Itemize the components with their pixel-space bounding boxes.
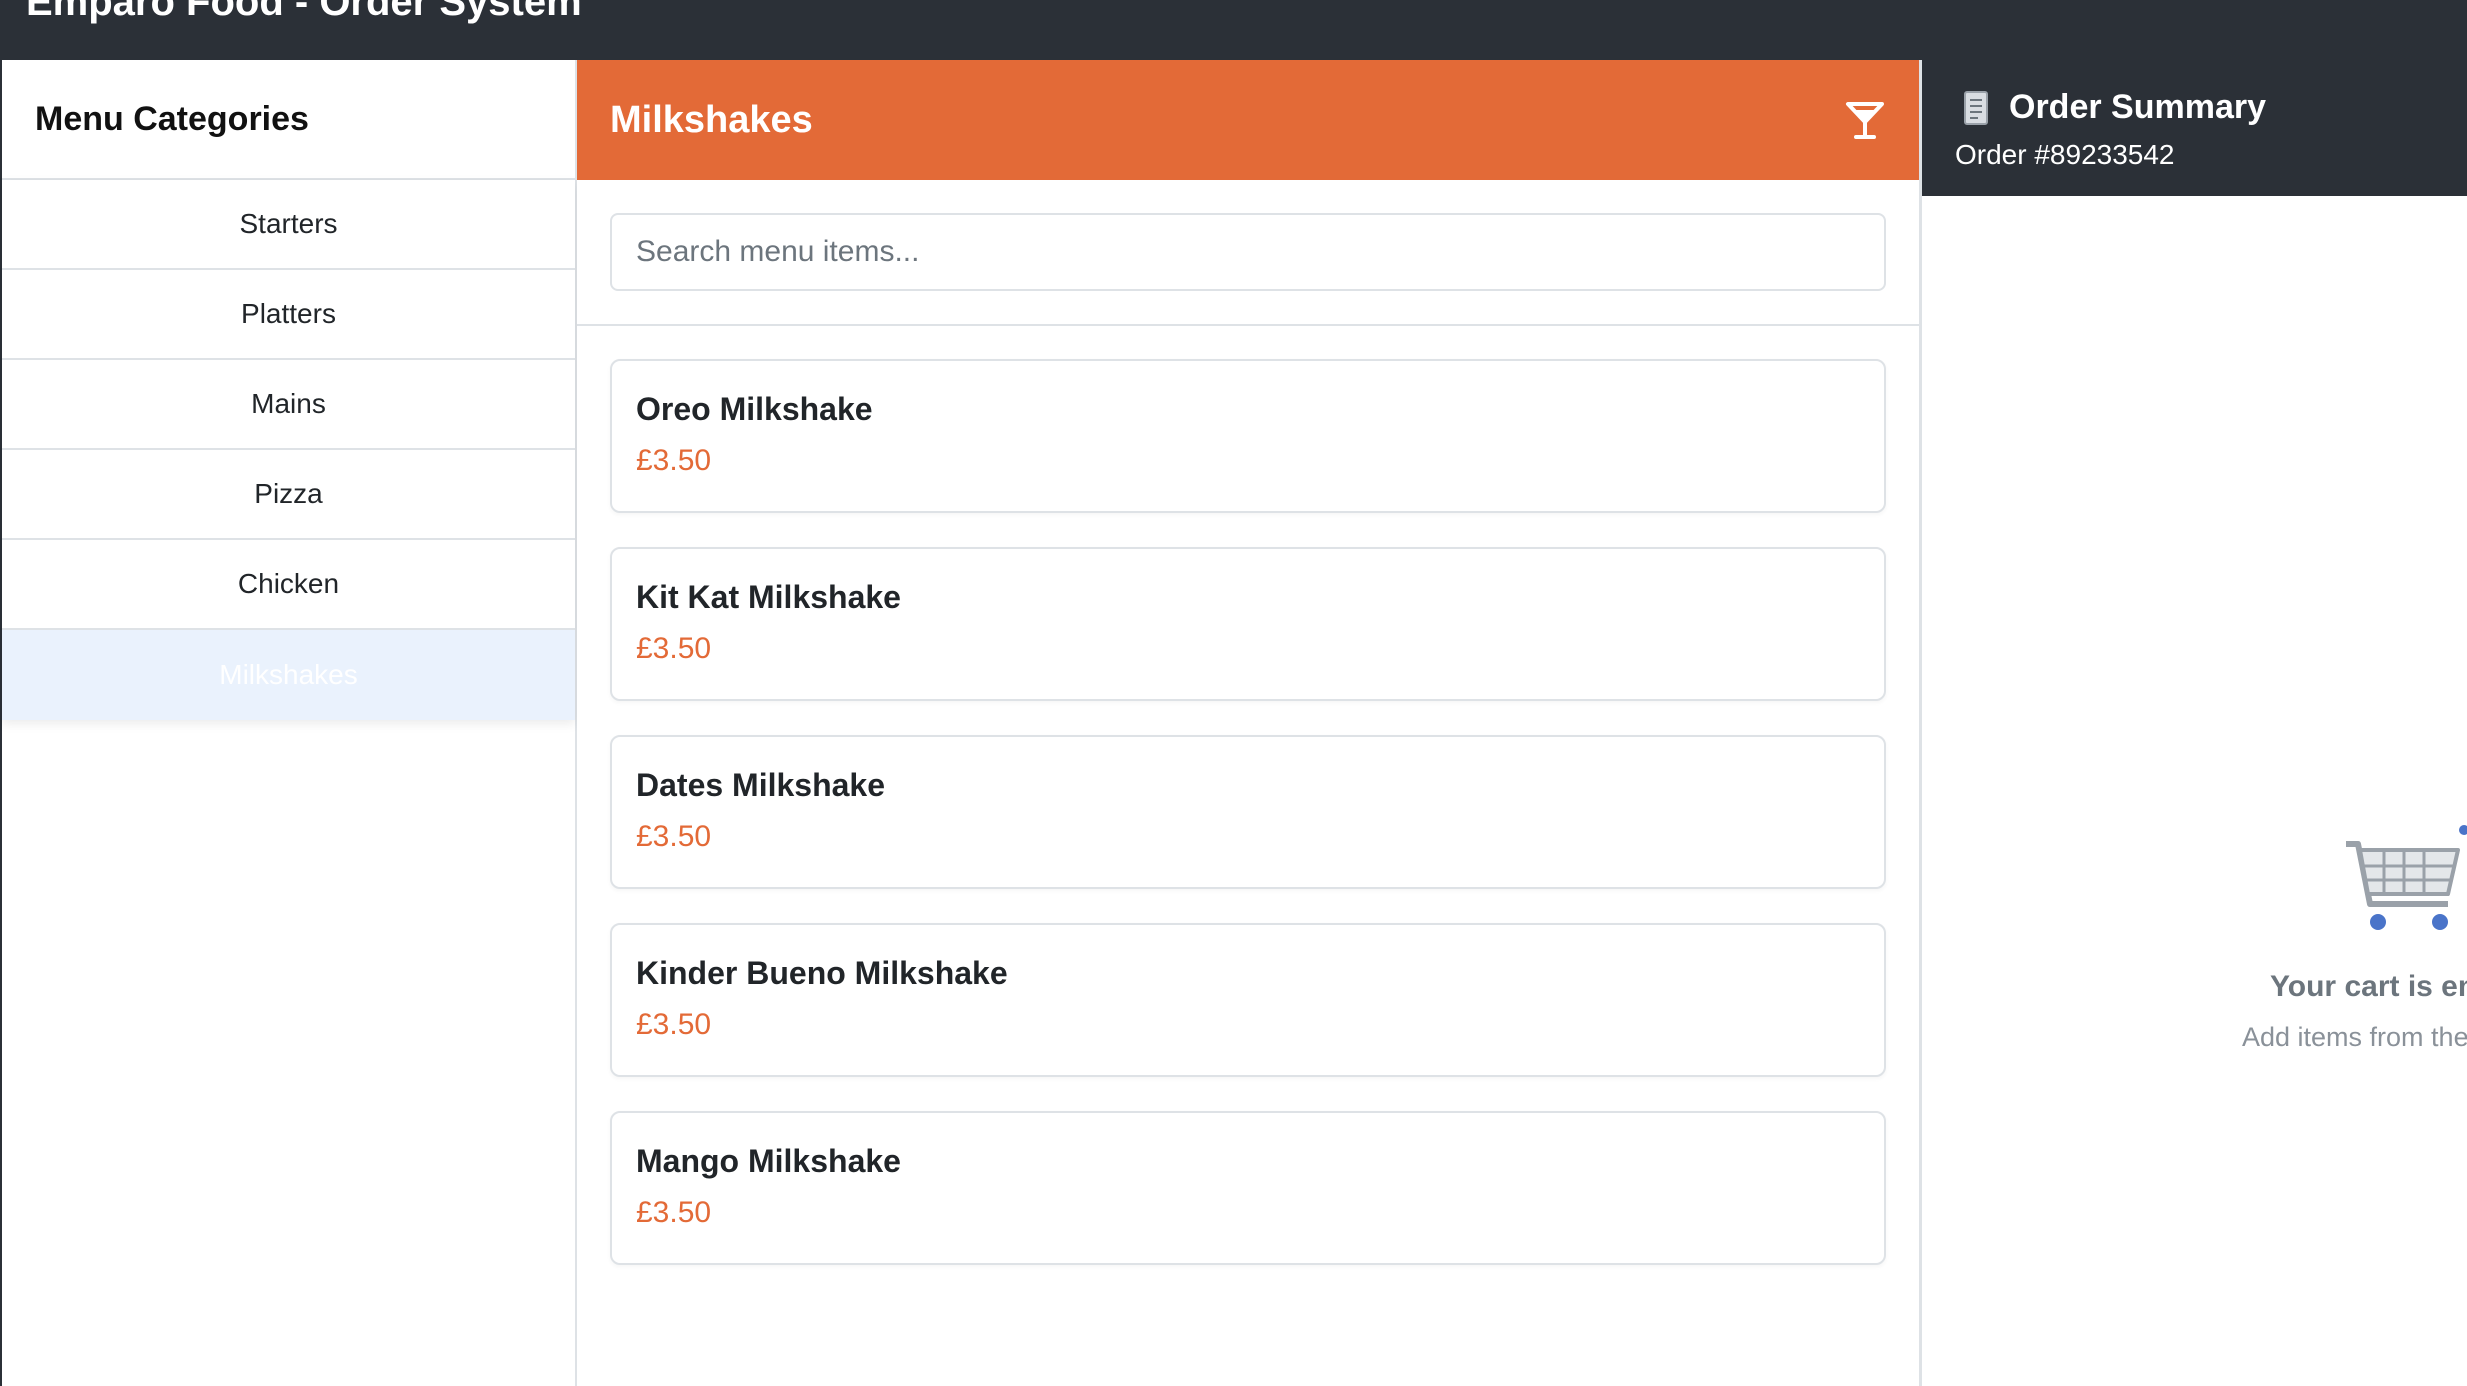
category-starters[interactable]: Starters [2, 180, 575, 270]
category-chicken[interactable]: Chicken [2, 540, 575, 630]
category-list: Starters Platters Mains Pizza Chicken Mi… [2, 180, 575, 720]
order-title-row: Order Summary [1955, 88, 2467, 127]
menu-item-price: £3.50 [636, 820, 712, 853]
menu-item-card[interactable]: Kinder Bueno Milkshake £3.50 [610, 923, 1886, 1077]
category-platters[interactable]: Platters [2, 270, 575, 360]
menu-item-price: £3.50 [636, 632, 712, 665]
menu-item-name: Kit Kat Milkshake [636, 579, 901, 615]
app-title: Emparo Food - Order System [26, 0, 582, 24]
menu-item-card[interactable]: Kit Kat Milkshake £3.50 [610, 547, 1886, 701]
order-number: Order #89233542 [1955, 139, 2175, 170]
category-title: Milkshakes [610, 98, 813, 141]
category-milkshakes[interactable]: Milkshakes [2, 630, 575, 720]
order-title: Order Summary [2009, 88, 2266, 126]
search-input[interactable] [610, 213, 1886, 291]
category-pizza[interactable]: Pizza [2, 450, 575, 540]
empty-cart-subtitle: Add items from the menu [2242, 1022, 2467, 1052]
menu-item-name: Kinder Bueno Milkshake [636, 955, 1008, 991]
cocktail-icon [1846, 102, 1884, 139]
menu-item-name: Mango Milkshake [636, 1143, 901, 1179]
category-header: Milkshakes [577, 60, 1919, 180]
menu-item-name: Dates Milkshake [636, 767, 886, 803]
menu-item-card[interactable]: Mango Milkshake £3.50 [610, 1111, 1886, 1265]
menu-item-price: £3.50 [636, 1008, 712, 1041]
order-header: Order Summary Order #89233542 [1922, 60, 2467, 196]
order-summary-panel: Order Summary Order #89233542 Your cart … [1922, 60, 2467, 1386]
receipt-icon [1964, 90, 1988, 125]
category-sidebar: Menu Categories Starters Platters Mains … [0, 60, 577, 1386]
empty-cart-state: Your cart is empty Add items from the me… [1922, 760, 2467, 1060]
menu-item-card[interactable]: Dates Milkshake £3.50 [610, 735, 1886, 889]
menu-item-card[interactable]: Oreo Milkshake £3.50 [610, 359, 1886, 513]
menu-item-name: Oreo Milkshake [636, 391, 873, 427]
empty-cart-title: Your cart is empty [2270, 970, 2467, 1003]
menu-item-list: Oreo Milkshake £3.50 Kit Kat Milkshake £… [577, 326, 1919, 1265]
menu-item-price: £3.50 [636, 444, 712, 477]
menu-panel: Milkshakes Oreo Milkshake £3.50 Kit Kat … [577, 60, 1922, 1386]
category-mains[interactable]: Mains [2, 360, 575, 450]
menu-item-price: £3.50 [636, 1196, 712, 1229]
top-bar: Emparo Food - Order System [0, 0, 2467, 60]
shopping-cart-icon [2346, 825, 2467, 930]
search-area [577, 180, 1919, 326]
sidebar-title: Menu Categories [2, 60, 575, 180]
